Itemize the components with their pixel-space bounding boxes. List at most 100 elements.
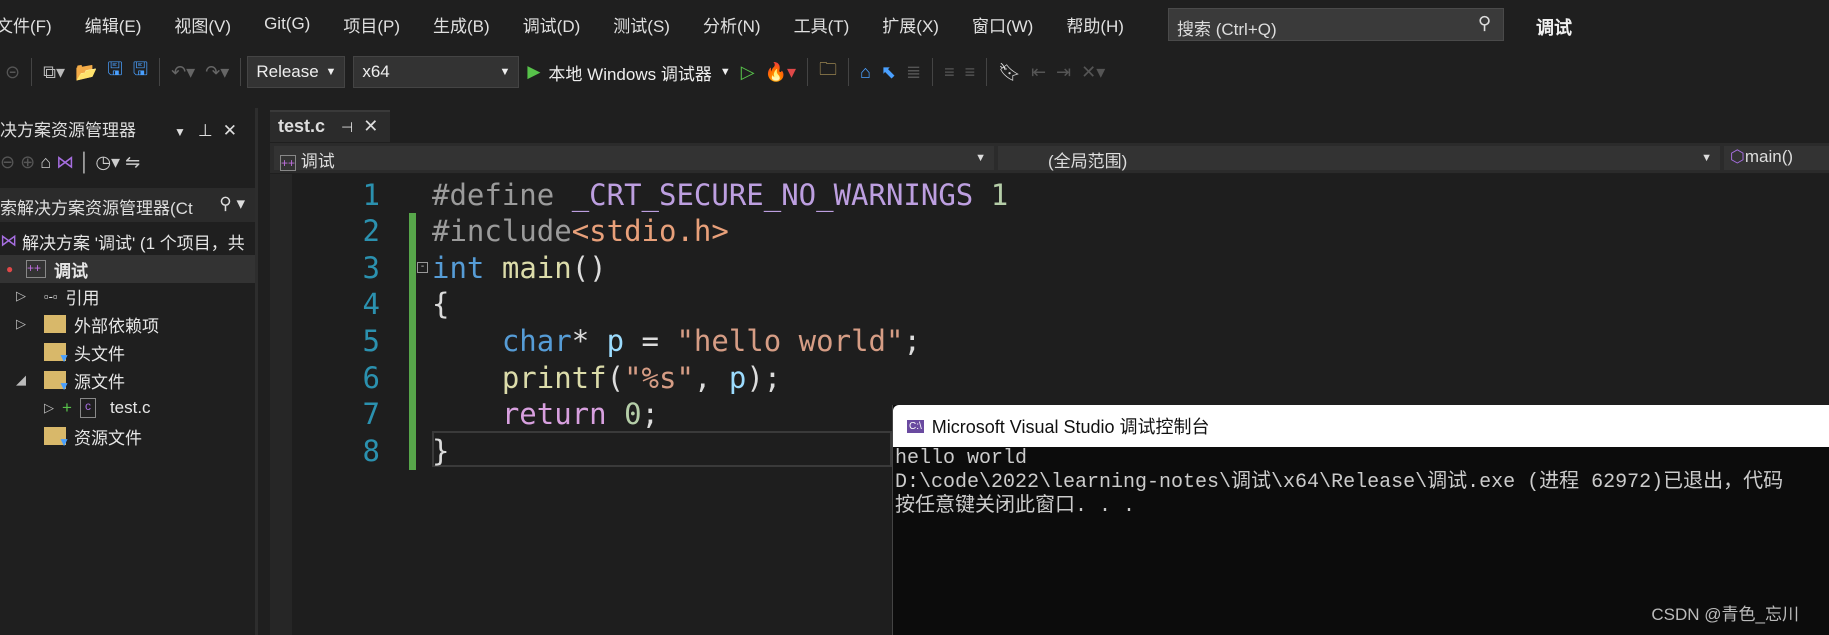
menu-extensions[interactable]: 扩展(X) (882, 12, 939, 37)
tree-header-files[interactable]: ▼ 头文件 (0, 338, 255, 366)
panel-title: 决方案资源管理器 ▼ ⊥ ✕ (0, 121, 237, 140)
console-title: Microsoft Visual Studio 调试控制台 (931, 417, 1210, 437)
prev-bookmark-icon[interactable]: ⇤ (1031, 62, 1046, 83)
close-icon[interactable]: ✕ (223, 121, 237, 140)
folder-icon (44, 315, 66, 333)
search-placeholder: 搜索 (Ctrl+Q) (1177, 20, 1277, 39)
start-without-debug-icon[interactable]: ▷ (741, 62, 755, 83)
solution-search-input[interactable]: 索解决方案资源管理器(Ct ⚲ ▾ (0, 188, 255, 222)
search-icon: ⚲ (1477, 13, 1491, 33)
menu-git[interactable]: Git(G) (264, 14, 310, 34)
method-icon: ⬡ (1730, 147, 1745, 166)
hot-reload-icon[interactable]: 🔥▾ (765, 62, 796, 83)
code-line: #include<stdio.h> (432, 214, 729, 248)
chevron-down-icon[interactable]: ▼ (174, 125, 186, 139)
menu-tools[interactable]: 工具(T) (794, 12, 850, 37)
window-title: 调试 (1536, 18, 1572, 38)
open-file-icon[interactable]: 📂 (75, 62, 97, 83)
pin-icon[interactable]: ⊥ (198, 121, 213, 140)
code-line: char* p = "hello world"; (501, 324, 921, 358)
tree-solution[interactable]: ⋈ 解决方案 '调试' (1 个项目，共 (0, 227, 255, 255)
console-icon: C:\ (907, 419, 924, 433)
project-dropdown[interactable]: ++ 调试 ▼ (274, 146, 994, 171)
undo-icon[interactable]: ↶▾ (171, 62, 195, 83)
current-line-highlight (432, 431, 892, 467)
menu-edit[interactable]: 编辑(E) (85, 12, 142, 37)
collapse-icon[interactable]: - (417, 262, 428, 273)
next-bookmark-icon[interactable]: ⇥ (1056, 62, 1071, 83)
tab-test-c[interactable]: test.c ⊣ ✕ (270, 110, 390, 142)
c-file-icon: c (79, 398, 96, 418)
line-number: 6 (362, 361, 380, 395)
menu-build[interactable]: 生成(B) (433, 12, 490, 37)
code-line: } (432, 434, 450, 468)
pointer-icon[interactable]: ⬉ (881, 62, 896, 83)
line-number: 2 (362, 214, 380, 248)
member-dropdown[interactable]: ⬡main() (1724, 146, 1829, 170)
tree-resource-files[interactable]: ▼ 资源文件 (0, 422, 255, 450)
redo-icon[interactable]: ↷▾ (205, 62, 229, 83)
tree-test-c[interactable]: ▷ + c test.c (0, 394, 255, 422)
scope-dropdown[interactable]: (全局范围) ▼ (998, 146, 1720, 171)
toolbar: ⊝ ⧉▾ 📂 🖫 🖫 ↶▾ ↷▾ Release ▼ x64 ▼ ▶ 本地 Windo… (0, 52, 1829, 92)
outdent-icon[interactable]: ≡ (965, 62, 976, 83)
tree-source-files[interactable]: ◢ ▼ 源文件 (0, 366, 255, 394)
code-line: int main() (432, 251, 607, 285)
menu-view[interactable]: 视图(V) (174, 12, 231, 37)
history-icon[interactable]: ◷▾ (95, 152, 120, 172)
line-number: 4 (362, 287, 380, 321)
console-line: hello world (895, 447, 1028, 470)
home-icon[interactable]: ⌂ (40, 152, 51, 172)
forward-icon[interactable]: ⊝ (5, 62, 20, 83)
indent-icon[interactable]: ≡ (944, 62, 955, 83)
line-number: 8 (362, 434, 380, 468)
platform-dropdown[interactable]: x64 ▼ (353, 56, 520, 88)
find-in-folder-icon[interactable]: 🗀 (819, 57, 837, 87)
menu-help[interactable]: 帮助(H) (1066, 12, 1124, 37)
code-line: #define _CRT_SECURE_NO_WARNINGS 1 (432, 178, 1009, 212)
navigation-bar: ++ 调试 ▼ (全局范围) ▼ ⬡main() (270, 143, 1829, 173)
tree-external-deps[interactable]: ▷ 外部依赖项 (0, 310, 255, 338)
debugger-label: 本地 Windows 调试器 (548, 64, 712, 84)
new-project-icon[interactable]: ⧉▾ (43, 62, 65, 83)
references-icon: ▫-▫ (44, 288, 58, 304)
platform-value: x64 (362, 62, 390, 81)
line-number: 7 (362, 397, 380, 431)
solution-explorer: 决方案资源管理器 ▼ ⊥ ✕ ⊖ ⊕ ⌂ ⋈ │ ◷▾ ⇋ 索解决方案资源管理器(Ct… (0, 108, 258, 635)
search-icon: ⚲ ▾ (215, 194, 245, 214)
save-icon[interactable]: 🖫 (107, 57, 122, 87)
menu-debug[interactable]: 调试(D) (523, 12, 581, 37)
pin-icon[interactable]: ⊣ (341, 119, 353, 135)
tree-project[interactable]: ● ++ 调试 (0, 255, 255, 283)
save-all-icon[interactable]: 🖫 (133, 57, 148, 87)
format-icon[interactable]: ≣ (906, 62, 921, 83)
editor-margin (270, 174, 292, 635)
line-number: 3 (362, 251, 380, 285)
config-dropdown[interactable]: Release ▼ (247, 56, 346, 88)
change-indicator (409, 213, 416, 470)
menu-test[interactable]: 测试(S) (613, 12, 670, 37)
play-icon: ▶ (527, 62, 541, 81)
start-debug-button[interactable]: ▶ 本地 Windows 调试器 ▼ (527, 60, 730, 85)
menu-window[interactable]: 窗口(W) (972, 12, 1033, 37)
filter-folder-icon: ▼ (44, 371, 70, 393)
console-title-bar[interactable]: C:\ Microsoft Visual Studio 调试控制台 (893, 405, 1829, 447)
menu-file[interactable]: 文件(F) (0, 12, 52, 37)
search-input[interactable]: 搜索 (Ctrl+Q) ⚲ (1168, 8, 1504, 41)
solution-icon: ⋈ (0, 231, 17, 250)
clear-bookmarks-icon[interactable]: ✕▾ (1081, 62, 1105, 83)
menu-project[interactable]: 项目(P) (343, 12, 400, 37)
filter-folder-icon: ▼ (44, 343, 70, 365)
tree-references[interactable]: ▷ ▫-▫ 引用 (0, 282, 255, 310)
chevron-down-icon: ▼ (325, 66, 337, 78)
close-icon[interactable]: ✕ (363, 116, 378, 136)
vs-switch-icon[interactable]: ⋈ (56, 152, 74, 172)
sync-icon[interactable]: ⇋ (125, 152, 140, 172)
code-line: return 0; (501, 397, 660, 431)
back-icon[interactable]: ⊖ ⊕ (0, 152, 35, 172)
bookmark-icon[interactable]: 🔖︎ (998, 62, 1021, 83)
menu-analyze[interactable]: 分析(N) (703, 12, 761, 37)
chevron-down-icon: ▼ (499, 66, 511, 78)
config-value: Release (256, 62, 319, 81)
home-window-icon[interactable]: ⌂ (860, 62, 871, 83)
